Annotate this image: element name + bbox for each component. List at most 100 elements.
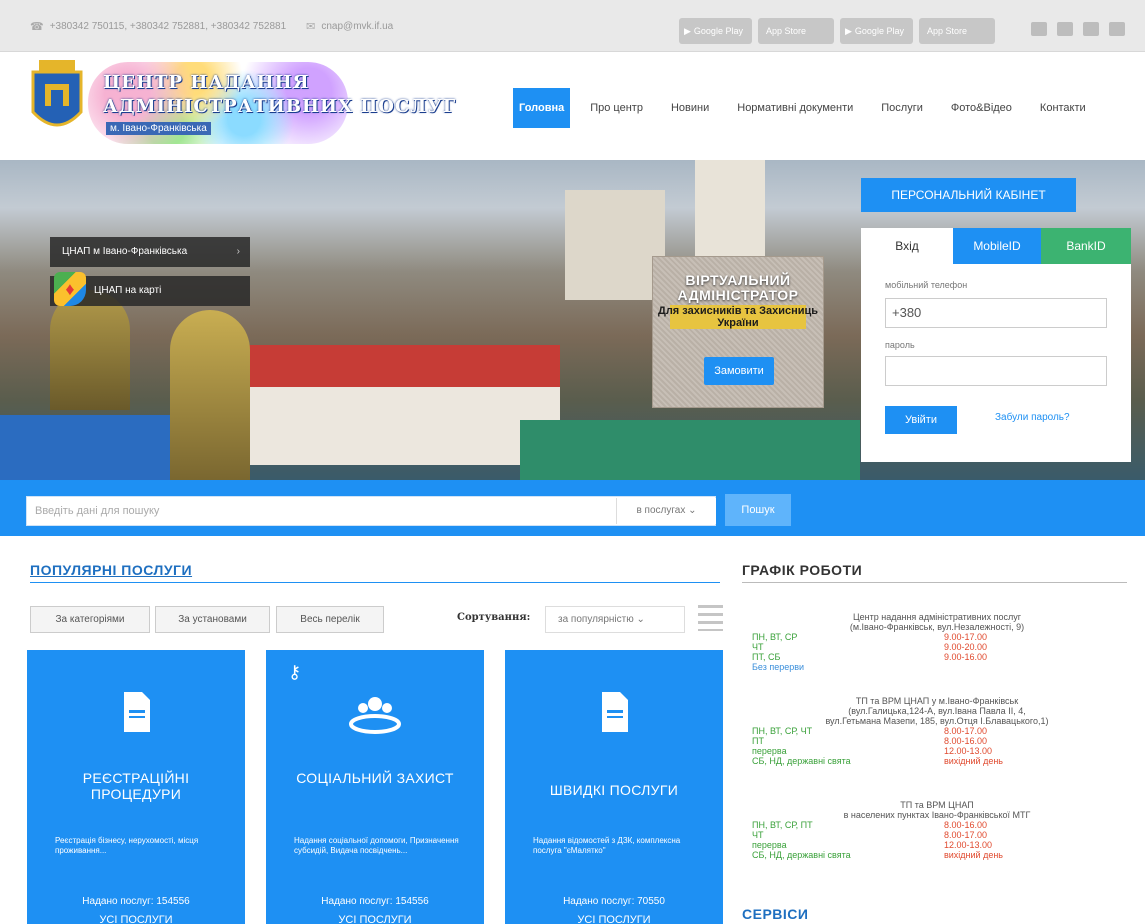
card-title: РЕЄСТРАЦІЙНІ ПРОЦЕДУРИ — [82, 770, 190, 802]
nav-news[interactable]: Новини — [663, 88, 717, 128]
service-card-social[interactable]: ⚷ СОЦІАЛЬНИЙ ЗАХИСТ Надання соціальної д… — [266, 650, 484, 924]
tab-mobileid[interactable]: MobileID — [953, 228, 1041, 264]
filter-by-category[interactable]: За категоріями — [30, 606, 150, 633]
app-store-button-2[interactable]: App Store — [919, 18, 995, 44]
google-play-icon: ▶ — [684, 25, 691, 36]
schedule-row: перерва 12.00-13.00 — [752, 746, 993, 756]
filter-all[interactable]: Весь перелік — [276, 606, 384, 633]
google-maps-icon: ♦ — [54, 272, 86, 306]
schedule-row: перерва 12.00-13.00 — [752, 840, 993, 850]
card-count: Надано послуг: 154556 — [82, 896, 190, 907]
card-title: ШВИДКІ ПОСЛУГИ — [549, 782, 679, 798]
nav-services[interactable]: Послуги — [873, 88, 931, 128]
chevron-right-icon: › — [236, 246, 240, 257]
personal-cabinet-title: ПЕРСОНАЛЬНИЙ КАБІНЕТ — [861, 178, 1076, 212]
google-play-button[interactable]: ▶ Google Play — [679, 18, 752, 44]
header: ЦЕНТР НАДАННЯ АДМІНІСТРАТИВНИХ ПОСЛУГ м.… — [0, 52, 1145, 160]
app-store-button[interactable]: App Store — [758, 18, 834, 44]
login-panel: Вхід MobileID BankID мобільний телефон +… — [861, 228, 1131, 462]
phone-input[interactable]: +380 — [885, 298, 1107, 328]
logo-city: м. Івано-Франківська — [106, 122, 211, 135]
logo-title-line1: ЦЕНТР НАДАННЯ — [103, 72, 310, 93]
hero-photo-building — [230, 345, 560, 465]
sort-label: Сортування: — [457, 612, 531, 623]
forgot-password-link[interactable]: Забули пароль? — [995, 412, 1070, 423]
key-icon: ⚷ — [288, 662, 302, 682]
search-input[interactable]: Введіть дані для пошуку — [26, 496, 716, 526]
search-scope-select[interactable]: в послугах ⌄ — [616, 498, 716, 524]
google-play-button-2[interactable]: ▶ Google Play — [840, 18, 913, 44]
hero-photo-dome-2 — [170, 310, 250, 480]
search-bar: Введіть дані для пошуку в послугах ⌄ Пош… — [0, 480, 1145, 536]
youtube-icon[interactable] — [1031, 22, 1047, 36]
tab-bankid[interactable]: BankID — [1041, 228, 1131, 264]
password-input[interactable] — [885, 356, 1107, 386]
tab-login[interactable]: Вхід — [861, 228, 953, 264]
schedule-row: ПН, ВТ, СР, ПТ 8.00-16.00 — [752, 820, 988, 830]
divider — [30, 582, 720, 583]
phone-label: мобільний телефон — [885, 280, 968, 290]
schedule-row: ЧТ 9.00-20.00 — [752, 642, 988, 652]
card-description: Надання соціальної допомоги, Призначення… — [294, 836, 459, 855]
services-title: СЕРВІСИ — [742, 906, 809, 922]
sitemap-icon[interactable] — [1083, 22, 1099, 36]
card-title: СОЦІАЛЬНИЙ ЗАХИСТ — [296, 770, 454, 786]
service-card-quick[interactable]: ШВИДКІ ПОСЛУГИ Надання відомостей з ДЗК,… — [505, 650, 723, 924]
app-store-links: ▶ Google Play App Store ▶ Google Play App … — [679, 18, 995, 44]
facebook-icon[interactable] — [1057, 22, 1073, 36]
contacts: ☎ +380342 750115, +380342 752881, +38034… — [30, 20, 393, 33]
virtual-admin-title: ВІРТУАЛЬНИЙ АДМІНІСТРАТОР — [677, 272, 799, 303]
cnap-map-link[interactable]: ♦ ЦНАП на карті — [50, 272, 250, 306]
top-bar: ☎ +380342 750115, +380342 752881, +38034… — [0, 0, 1145, 52]
card-count: Надано послуг: 154556 — [321, 896, 429, 907]
nav-about[interactable]: Про центр — [582, 88, 651, 128]
mail-icon: ✉ — [306, 21, 316, 33]
search-button[interactable]: Пошук — [725, 494, 791, 526]
all-services-link[interactable]: УСІ ПОСЛУГИ — [505, 914, 723, 924]
phone-icon: ☎ — [30, 21, 44, 33]
nav-home[interactable]: Головна — [513, 88, 571, 128]
rss-icon[interactable] — [1109, 22, 1125, 36]
schedule-block-center: Центр надання адміністративних послуг (м… — [752, 612, 1122, 672]
logo-title-line2: АДМІНІСТРАТИВНИХ ПОСЛУГ — [103, 96, 457, 117]
virtual-admin-subtitle: Для захисників та Захисниць України — [653, 305, 823, 329]
social-links — [1031, 22, 1125, 36]
cnap-city-link[interactable]: ЦНАП м Івано-Франківська › — [50, 237, 250, 267]
order-button[interactable]: Замовити — [704, 357, 774, 385]
list-view-icon[interactable] — [698, 605, 723, 631]
phones-text: +380342 750115, +380342 752881, +380342 … — [49, 21, 287, 32]
schedule-title: ГРАФІК РОБОТИ — [742, 562, 863, 578]
sort-select[interactable]: за популярністю ⌄ — [545, 606, 685, 633]
people-icon — [266, 690, 484, 744]
schedule-row: СБ, НД, державні свята вихідний день — [752, 850, 1004, 860]
nav-contacts[interactable]: Контакти — [1032, 88, 1094, 128]
login-button[interactable]: Увійти — [885, 406, 957, 434]
card-description: Надання відомостей з ДЗК, комплексна пос… — [533, 836, 681, 855]
card-count: Надано послуг: 70550 — [563, 896, 665, 907]
hero-photo-roof — [0, 415, 180, 480]
schedule-row: ПТ, СБ 9.00-16.00 — [752, 652, 988, 662]
card-description: Реєстрація бізнесу, нерухомості, місця п… — [55, 836, 199, 855]
schedule-block-tp-villages: ТП та ВРМ ЦНАП в населених пунктах Івано… — [752, 800, 1122, 860]
schedule-row: СБ, НД, державні свята вихідний день — [752, 756, 1004, 766]
site-logo[interactable]: ЦЕНТР НАДАННЯ АДМІНІСТРАТИВНИХ ПОСЛУГ м.… — [28, 60, 458, 150]
nav-documents[interactable]: Нормативні документи — [729, 88, 861, 128]
hero-photo-green-roof — [520, 420, 860, 480]
popular-services-title[interactable]: ПОПУЛЯРНІ ПОСЛУГИ — [30, 562, 192, 578]
schedule-row: ПТ 8.00-16.00 — [752, 736, 988, 746]
chevron-down-icon: ⌄ — [636, 614, 645, 625]
all-services-link[interactable]: УСІ ПОСЛУГИ — [266, 914, 484, 924]
main-nav: Головна Про центр Новини Нормативні доку… — [513, 88, 1094, 128]
schedule-row: ПН, ВТ, СР, ЧТ 8.00-17.00 — [752, 726, 988, 736]
schedule-row: ПН, ВТ, СР 9.00-17.00 — [752, 632, 988, 642]
email-link[interactable]: cnap@mvk.if.ua — [321, 21, 393, 32]
document-icon — [505, 690, 723, 744]
all-services-link[interactable]: УСІ ПОСЛУГИ — [27, 914, 245, 924]
filter-by-institution[interactable]: За установами — [155, 606, 270, 633]
schedule-row: ЧТ 8.00-17.00 — [752, 830, 988, 840]
schedule-block-tp-city: ТП та ВРМ ЦНАП у м.Івано-Франківськ (вул… — [752, 696, 1122, 766]
nav-media[interactable]: Фото&Відео — [943, 88, 1020, 128]
service-card-registration[interactable]: РЕЄСТРАЦІЙНІ ПРОЦЕДУРИ Реєстрація бізнес… — [27, 650, 245, 924]
password-label: пароль — [885, 340, 915, 350]
city-crest-icon — [31, 60, 83, 127]
